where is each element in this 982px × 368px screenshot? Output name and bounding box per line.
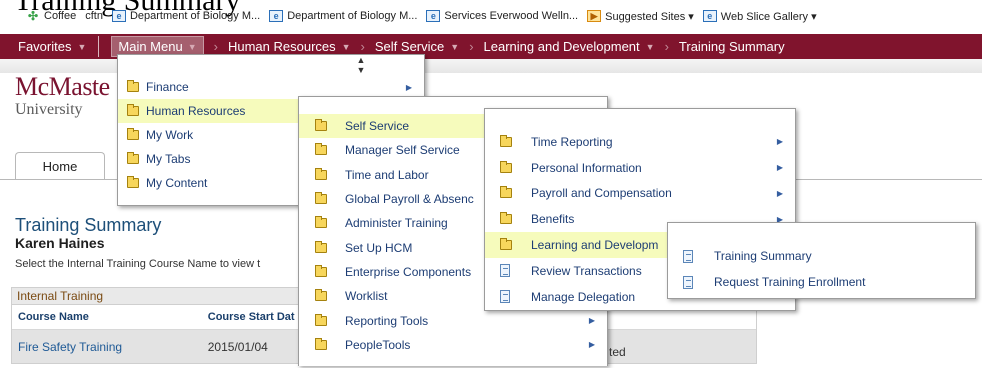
document-icon	[500, 264, 510, 278]
folder-icon	[127, 128, 139, 140]
favorite-link-web-slice-gallery[interactable]: e Web Slice Gallery ▾	[702, 10, 817, 23]
chevron-right-icon: ▶	[588, 316, 595, 326]
page-icon: e	[111, 10, 126, 22]
menu-item-reporting-tools[interactable]: Reporting Tools ▶	[299, 308, 607, 332]
document-icon	[683, 275, 693, 289]
scroll-arrows-icon[interactable]: ▲ ▼	[118, 55, 424, 75]
course-start-date: 2015/01/04	[207, 339, 268, 354]
chevron-right-icon: ▶	[776, 163, 783, 173]
folder-icon	[315, 337, 327, 350]
folder-icon	[315, 216, 327, 229]
breadcrumb-separator-icon: ›	[213, 39, 218, 54]
favorite-link-coffee[interactable]: ✣ Coffee	[26, 9, 76, 23]
learning-development-submenu: Training Summary Request Training Enroll…	[667, 222, 976, 299]
chevron-right-icon: ▶	[588, 340, 595, 350]
breadcrumb-learning-development[interactable]: Learning and Development ▼	[484, 39, 655, 54]
favorites-menu[interactable]: Favorites ▼	[0, 34, 98, 59]
green-leaf-icon: ✣	[27, 9, 39, 23]
favorite-link-biology-2[interactable]: e Department of Biology M...	[269, 10, 417, 22]
folder-icon	[500, 238, 512, 251]
folder-icon	[127, 176, 139, 188]
document-icon	[683, 249, 693, 263]
folder-icon	[127, 80, 139, 92]
favorites-bar: ✣ Coffee cftn e Department of Biology M.…	[0, 6, 982, 26]
page-icon: e	[426, 10, 441, 22]
menu-item-training-summary[interactable]: Training Summary	[668, 243, 975, 269]
chevron-down-icon: ▼	[77, 41, 87, 52]
favorite-link-biology-1[interactable]: e Department of Biology M...	[111, 10, 260, 22]
employee-name: Karen Haines	[15, 235, 105, 251]
breadcrumb-separator-icon: ›	[664, 39, 669, 54]
folder-icon	[315, 192, 327, 205]
page-icon: e	[269, 10, 284, 22]
menu-item-peopletools[interactable]: PeopleTools ▶	[299, 333, 607, 357]
menu-item-time-reporting[interactable]: Time Reporting ▶	[485, 129, 795, 155]
chevron-right-icon: ▶	[776, 188, 783, 198]
nav-divider	[98, 36, 100, 57]
column-header-course-name[interactable]: Course Name	[12, 305, 202, 329]
folder-icon	[315, 289, 327, 302]
chevron-down-icon: ▼	[450, 41, 460, 52]
folder-icon	[315, 264, 327, 277]
chevron-down-icon: ▼	[645, 41, 655, 52]
folder-icon	[315, 167, 327, 180]
favorite-link-cftn[interactable]: cftn	[85, 10, 103, 22]
chevron-right-icon: ▶	[776, 137, 783, 147]
breadcrumb-separator-icon: ›	[360, 39, 365, 54]
breadcrumb-self-service[interactable]: Self Service ▼	[375, 39, 459, 54]
instruction-text: Select the Internal Training Course Name…	[15, 258, 261, 270]
menu-item-personal-information[interactable]: Personal Information ▶	[485, 155, 795, 181]
tab-home[interactable]: Home	[15, 152, 105, 180]
document-icon	[500, 290, 510, 304]
breadcrumb-training-summary[interactable]: Training Summary	[679, 39, 785, 54]
folder-icon	[315, 119, 327, 132]
suggested-sites-icon: ▶	[587, 10, 602, 22]
menu-item-request-training-enrollment[interactable]: Request Training Enrollment	[668, 269, 975, 295]
column-header-course-start-date[interactable]: Course Start Dat	[202, 305, 297, 329]
folder-icon	[500, 212, 512, 225]
folder-icon	[500, 160, 512, 173]
favorite-link-suggested-sites[interactable]: ▶ Suggested Sites ▾	[587, 10, 694, 23]
chevron-right-icon: ▶	[405, 82, 412, 92]
chevron-down-icon: ▼	[341, 41, 351, 52]
course-name-link[interactable]: Fire Safety Training	[12, 330, 202, 363]
folder-icon	[315, 240, 327, 253]
folder-icon	[315, 143, 327, 156]
page-icon: e	[702, 10, 717, 22]
tab-bar: Home	[15, 152, 105, 180]
breadcrumb-separator-icon: ›	[469, 39, 474, 54]
breadcrumb-human-resources[interactable]: Human Resources ▼	[228, 39, 351, 54]
university-logo: McMaste University	[15, 72, 110, 118]
page-title: Training Summary	[15, 215, 162, 235]
menu-item-payroll-compensation[interactable]: Payroll and Compensation ▶	[485, 181, 795, 207]
folder-icon	[127, 104, 139, 116]
folder-icon	[500, 134, 512, 147]
folder-icon	[127, 152, 139, 164]
folder-icon	[500, 186, 512, 199]
favorite-link-services[interactable]: e Services Everwood Welln...	[426, 10, 578, 22]
chevron-down-icon: ▼	[187, 41, 197, 52]
folder-icon	[315, 313, 327, 326]
course-status-partial: ted	[609, 345, 626, 359]
